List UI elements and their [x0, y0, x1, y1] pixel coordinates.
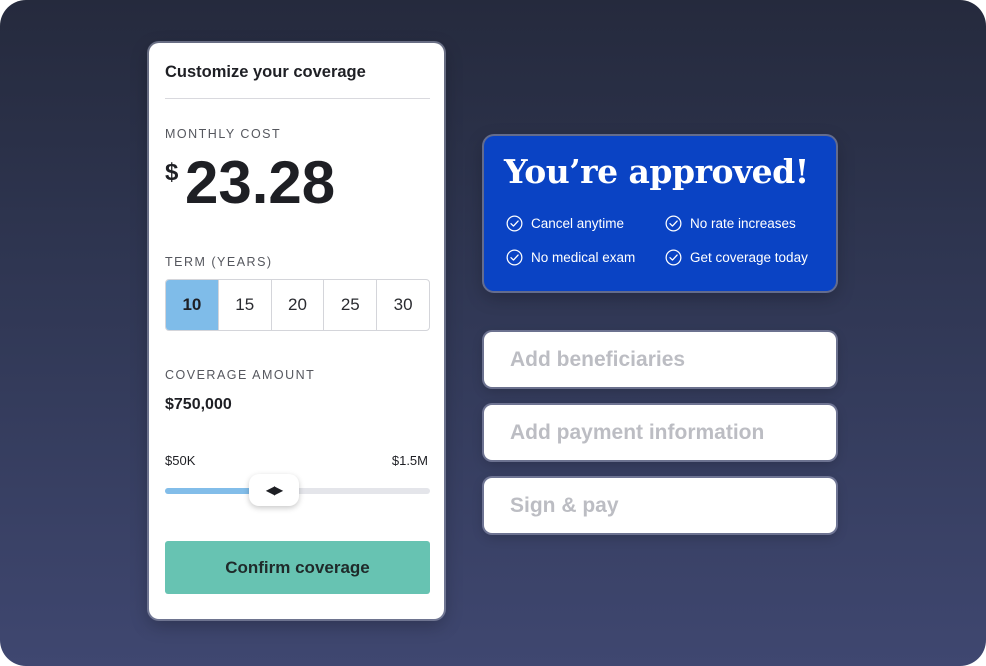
- step-add-beneficiaries[interactable]: Add beneficiaries: [484, 332, 836, 387]
- card-title: Customize your coverage: [165, 63, 366, 81]
- feature-label: Get coverage today: [690, 250, 808, 265]
- currency-symbol: $: [165, 159, 179, 186]
- approval-banner: You’re approved! Cancel anytime No rate …: [484, 136, 836, 291]
- term-option-10[interactable]: 10: [166, 280, 218, 330]
- slider-max-label: $1.5M: [391, 453, 428, 468]
- coverage-slider-thumb[interactable]: ◀▶: [249, 474, 299, 506]
- check-circle-icon: [665, 215, 682, 232]
- term-option-25[interactable]: 25: [323, 280, 376, 330]
- step-sign-and-pay[interactable]: Sign & pay: [484, 478, 836, 533]
- term-label: TERM (YEARS): [165, 255, 273, 269]
- arrows-icon: ◀▶: [265, 483, 283, 497]
- term-option-15[interactable]: 15: [217, 280, 271, 330]
- approval-title: You’re approved!: [504, 152, 809, 191]
- check-circle-icon: [506, 249, 523, 266]
- confirm-coverage-button[interactable]: Confirm coverage: [165, 541, 430, 594]
- monthly-cost-value: 23.28: [185, 149, 336, 216]
- term-selector: 10 15 20 25 30: [165, 279, 430, 331]
- coverage-card: Customize your coverage MONTHLY COST $ 2…: [149, 43, 444, 619]
- feature-cancel-anytime: Cancel anytime: [506, 215, 624, 232]
- coverage-amount-label: COVERAGE AMOUNT: [165, 368, 316, 382]
- feature-no-rate-increases: No rate increases: [665, 215, 796, 232]
- coverage-amount-value: $750,000: [165, 396, 232, 413]
- background: Customize your coverage MONTHLY COST $ 2…: [0, 0, 986, 666]
- feature-no-medical-exam: No medical exam: [506, 249, 635, 266]
- term-option-20[interactable]: 20: [270, 280, 324, 330]
- feature-label: No medical exam: [531, 250, 636, 265]
- feature-label: Cancel anytime: [531, 216, 625, 231]
- check-circle-icon: [665, 249, 682, 266]
- slider-min-label: $50K: [165, 453, 196, 468]
- step-add-payment-information[interactable]: Add payment information: [484, 405, 836, 460]
- check-circle-icon: [506, 215, 523, 232]
- feature-get-coverage-today: Get coverage today: [665, 249, 808, 266]
- monthly-cost-label: MONTHLY COST: [165, 127, 282, 141]
- divider: [165, 98, 430, 99]
- term-option-30[interactable]: 30: [376, 280, 429, 330]
- feature-label: No rate increases: [690, 216, 796, 231]
